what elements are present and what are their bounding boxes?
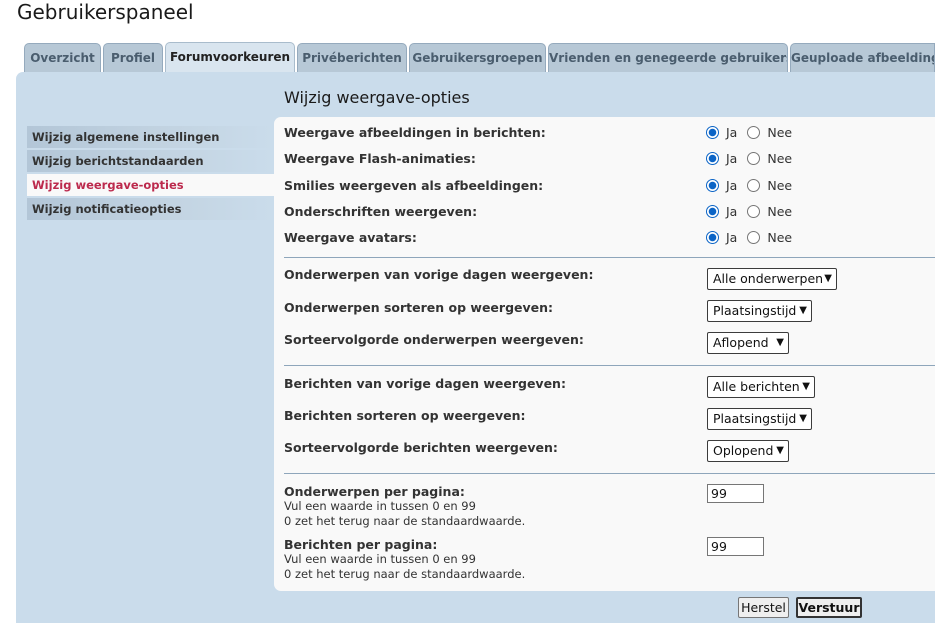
chevron-down-icon: ▼ [776,337,784,348]
tab-priveberichten[interactable]: Privéberichten [297,43,407,72]
sidebar-item-notificatieopties[interactable]: Wijzig notificatieopties [27,198,274,220]
submit-button[interactable]: Verstuur [796,597,862,618]
sidebar-menu: Wijzig algemene instellingen Wijzig beri… [27,126,274,222]
section-heading: Wijzig weergave-opties [284,88,470,107]
page-title: Gebruikerspaneel [17,0,194,24]
select-value: Aflopend [713,335,769,350]
sidebar-item-weergave-opties[interactable]: Wijzig weergave-opties [27,174,274,196]
radio-label-nee: Nee [767,125,793,140]
radio-nee[interactable] [747,126,761,139]
select-berichten-sorteren[interactable]: Plaatsingstijd ▼ [707,408,812,430]
sidebar-item-algemene-instellingen[interactable]: Wijzig algemene instellingen [27,126,274,148]
explain-text: 0 zet het terug naar de standaardwaarde. [284,514,526,528]
option-label-berichten-vorige-dagen: Berichten van vorige dagen weergeven: [284,376,566,391]
radio-nee[interactable] [747,205,761,218]
radio-label-ja: Ja [726,125,738,140]
select-onderwerpen-vorige-dagen[interactable]: Alle onderwerpen ▼ [707,268,837,290]
option-label-sorteervolgorde-berichten: Sorteervolgorde berichten weergeven: [284,440,558,455]
option-label-smilies: Smilies weergeven als afbeeldingen: [284,178,544,193]
radio-label-ja: Ja [726,178,738,193]
option-label-onderwerpen-per-pagina: Onderwerpen per pagina: [284,484,465,499]
divider [284,257,935,258]
chevron-down-icon: ▼ [799,413,807,424]
radio-label-ja: Ja [726,151,738,166]
tab-profiel[interactable]: Profiel [103,43,163,72]
explain-text: Vul een waarde in tussen 0 en 99 [284,552,476,566]
chevron-down-icon: ▼ [802,381,810,392]
select-value: Oplopend [713,443,774,458]
tab-vrienden-genegeerde[interactable]: Vrienden en genegeerde gebruikers [548,43,788,72]
option-label-berichten-per-pagina: Berichten per pagina: [284,537,438,552]
select-sorteervolgorde-berichten[interactable]: Oplopend ▼ [707,440,789,462]
option-label-berichten-sorteren: Berichten sorteren op weergeven: [284,408,526,423]
tab-forumvoorkeuren[interactable]: Forumvoorkeuren [165,42,295,73]
radio-label-nee: Nee [767,151,793,166]
radio-group-onderschriften: Ja Nee [706,204,802,220]
divider [284,473,935,474]
select-sorteervolgorde-onderwerpen[interactable]: Aflopend ▼ [707,332,789,354]
tab-gebruikersgroepen[interactable]: Gebruikersgroepen [409,43,546,72]
berichten-per-pagina-input[interactable]: 99 [707,537,764,556]
sidebar-item-berichtstandaarden[interactable]: Wijzig berichtstandaarden [27,150,274,172]
radio-ja[interactable] [706,205,719,218]
explain-text: Vul een waarde in tussen 0 en 99 [284,499,476,513]
reset-button[interactable]: Herstel [738,597,789,618]
radio-ja[interactable] [706,231,719,244]
radio-label-nee: Nee [767,204,793,219]
radio-group-avatars: Ja Nee [706,230,802,246]
radio-ja[interactable] [706,126,719,139]
option-label-onderwerpen-vorige-dagen: Onderwerpen van vorige dagen weergeven: [284,267,594,282]
select-value: Plaatsingstijd [713,411,797,426]
select-value: Alle onderwerpen [713,271,824,286]
select-value: Alle berichten [713,379,800,394]
onderwerpen-per-pagina-input[interactable]: 99 [707,484,764,503]
select-value: Plaatsingstijd [713,303,797,318]
chevron-down-icon: ▼ [799,305,807,316]
radio-label-nee: Nee [767,230,793,245]
radio-label-ja: Ja [726,204,738,219]
option-label-onderwerpen-sorteren: Onderwerpen sorteren op weergeven: [284,300,554,315]
radio-nee[interactable] [747,152,761,165]
radio-group-flash: Ja Nee [706,151,802,167]
tab-overzicht[interactable]: Overzicht [24,43,101,72]
radio-group-afbeeldingen: Ja Nee [706,125,802,141]
select-berichten-vorige-dagen[interactable]: Alle berichten ▼ [707,376,815,398]
radio-group-smilies: Ja Nee [706,178,802,194]
option-label-sorteervolgorde-onderwerpen: Sorteervolgorde onderwerpen weergeven: [284,332,584,347]
radio-ja[interactable] [706,152,719,165]
radio-label-nee: Nee [767,178,793,193]
option-label-avatars: Weergave avatars: [284,230,417,245]
option-label-afbeeldingen: Weergave afbeeldingen in berichten: [284,125,546,140]
option-label-flash: Weergave Flash-animaties: [284,151,476,166]
chevron-down-icon: ▼ [824,273,832,284]
tab-geuploade-afbeeldingen[interactable]: Geuploade afbeeldingen [790,43,935,72]
radio-ja[interactable] [706,179,719,192]
radio-nee[interactable] [747,231,761,244]
explain-text: 0 zet het terug naar de standaardwaarde. [284,567,526,581]
radio-label-ja: Ja [726,230,738,245]
select-onderwerpen-sorteren[interactable]: Plaatsingstijd ▼ [707,300,812,322]
radio-nee[interactable] [747,179,761,192]
divider [284,365,935,366]
chevron-down-icon: ▼ [776,445,784,456]
option-label-onderschriften: Onderschriften weergeven: [284,204,478,219]
